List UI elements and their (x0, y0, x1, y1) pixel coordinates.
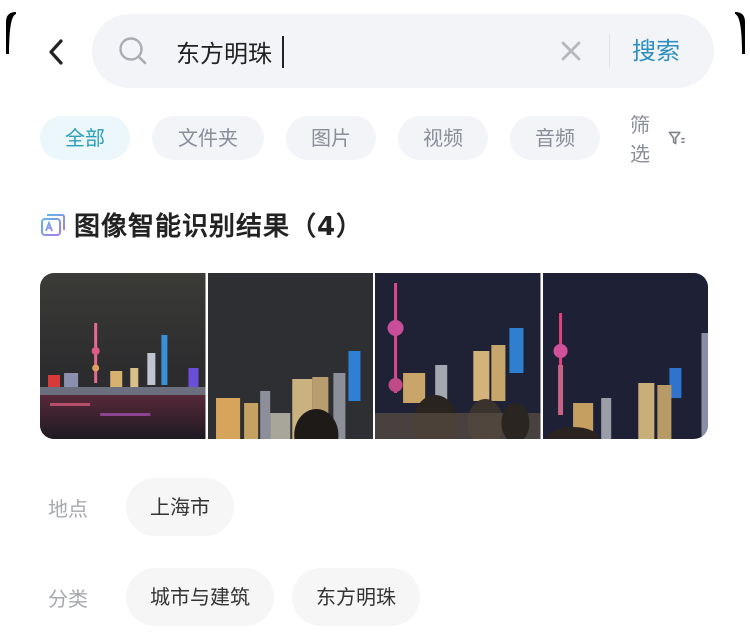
category-tag[interactable]: 东方明珠 (292, 568, 420, 626)
chevron-left-icon (49, 39, 63, 65)
search-bar: 搜索 (92, 14, 714, 88)
location-label: 地点 (48, 496, 88, 521)
photo-thumbnail[interactable] (207, 273, 373, 439)
photo-thumbnail[interactable] (40, 273, 206, 439)
photo-gallery (40, 273, 708, 439)
back-button[interactable] (38, 33, 74, 71)
tab-all[interactable]: 全部 (40, 116, 130, 160)
filter-label: 筛选 (630, 113, 650, 166)
photo-thumbnail[interactable] (542, 273, 708, 439)
location-tag[interactable]: 上海市 (126, 478, 234, 536)
category-row: 分类 城市与建筑 东方明珠 (48, 568, 438, 626)
results-title: 图像智能识别结果（4） (74, 212, 364, 242)
ai-recognition-icon (41, 213, 65, 236)
tab-videos[interactable]: 视频 (398, 116, 488, 160)
screen-corner-right (735, 12, 745, 54)
close-icon[interactable] (558, 38, 584, 64)
category-tag[interactable]: 城市与建筑 (126, 568, 274, 626)
filter-button[interactable]: 筛选 (630, 113, 686, 166)
text-cursor (282, 36, 284, 68)
tab-audio[interactable]: 音频 (510, 116, 600, 160)
photo-thumbnail[interactable] (375, 273, 541, 439)
search-submit-button[interactable]: 搜索 (632, 33, 680, 69)
tab-folders[interactable]: 文件夹 (152, 116, 264, 160)
tab-images[interactable]: 图片 (286, 116, 376, 160)
screen-corner-left (6, 12, 16, 54)
search-input[interactable] (176, 32, 536, 70)
category-label: 分类 (48, 586, 88, 611)
search-divider (609, 34, 610, 68)
location-row: 地点 上海市 (48, 478, 252, 536)
filter-icon (668, 131, 685, 145)
search-icon (119, 37, 147, 65)
results-heading: 图像智能识别结果（4） (40, 206, 363, 243)
